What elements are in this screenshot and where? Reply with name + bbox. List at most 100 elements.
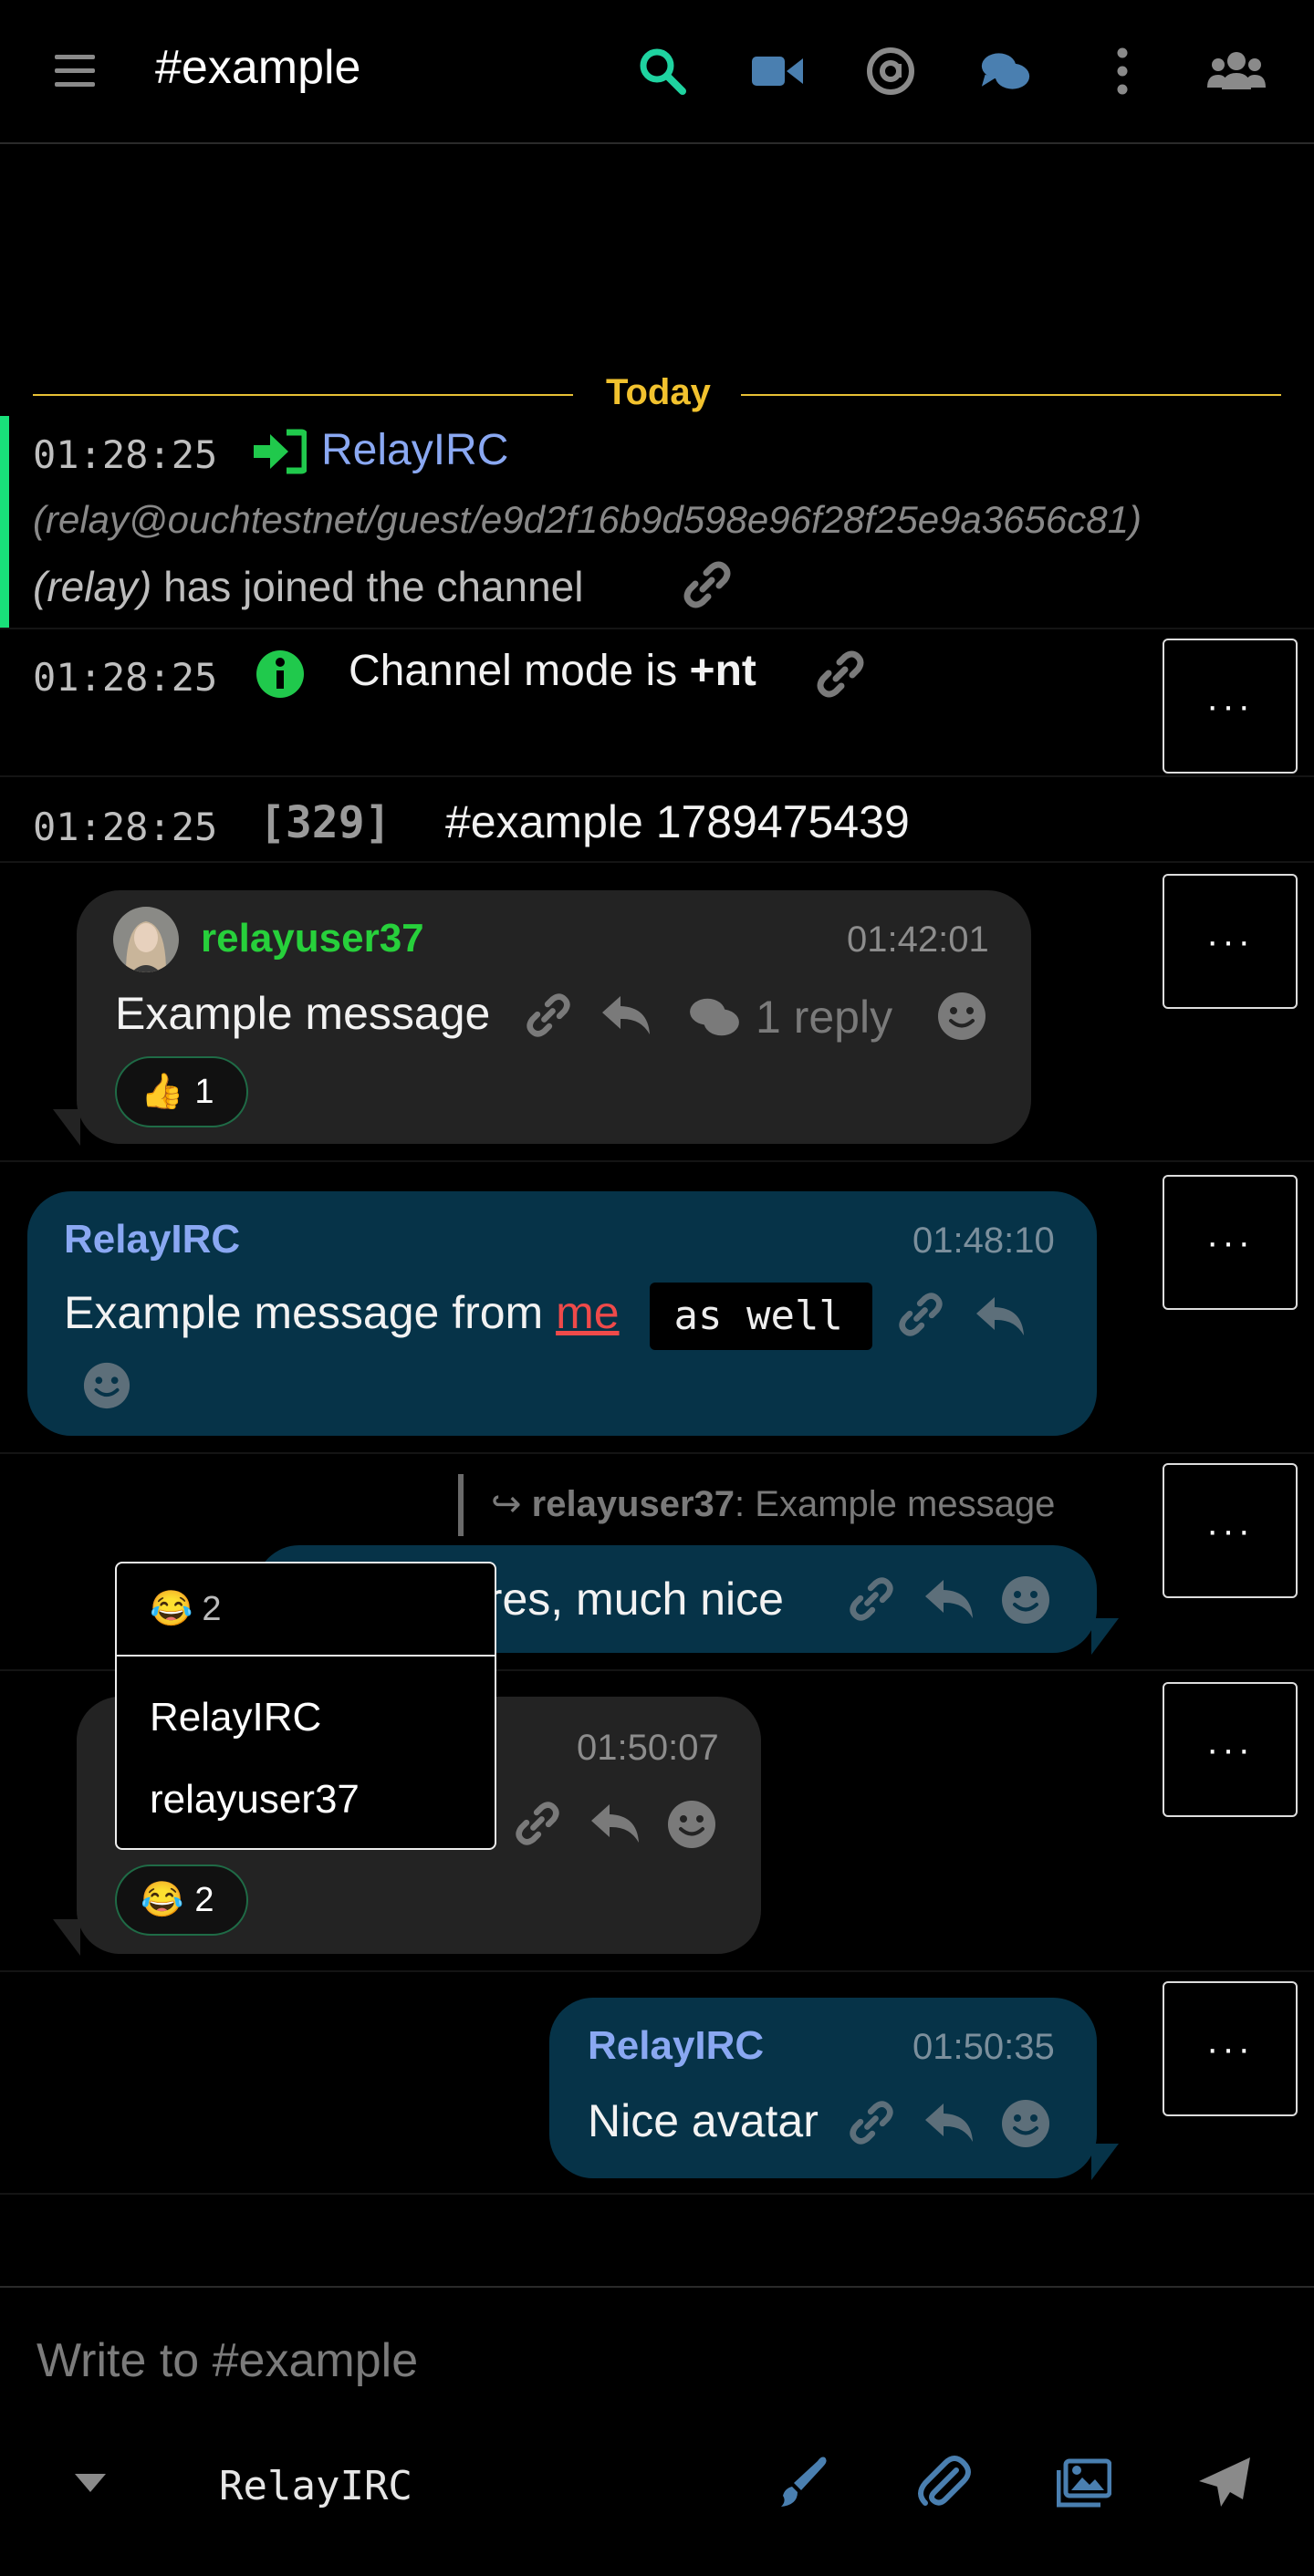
at-icon[interactable] <box>865 46 916 97</box>
quote-nick: relayuser37 <box>531 1484 735 1524</box>
hamburger-icon[interactable] <box>51 46 102 97</box>
thread-icon[interactable] <box>686 994 743 1040</box>
quote-bar <box>458 1474 464 1536</box>
top-bar: #example <box>0 0 1314 144</box>
link-icon[interactable] <box>683 560 732 609</box>
reply-icon[interactable] <box>923 1578 975 1620</box>
popup-user-list: RelayIRC relayuser37 <box>117 1657 495 1841</box>
info-icon <box>256 650 304 698</box>
popup-header: 😂 2 <box>117 1563 495 1657</box>
caret-down-icon[interactable] <box>75 2474 106 2492</box>
row-separator <box>0 775 1314 777</box>
reaction-count: 1 <box>194 1072 214 1111</box>
more-actions-button[interactable]: ··· <box>1163 874 1298 1009</box>
bubble-tail <box>53 1109 80 1146</box>
more-actions-button[interactable]: ··· <box>1163 1682 1298 1817</box>
brush-icon[interactable] <box>774 2456 829 2510</box>
reply-icon[interactable] <box>923 2102 975 2144</box>
bubble-tail <box>53 1919 80 1956</box>
link-icon[interactable] <box>849 1576 894 1622</box>
mode-value: +nt <box>689 647 756 695</box>
event-text: #example 1789475439 <box>445 796 910 847</box>
divider-line-right <box>741 394 1281 396</box>
message-time: 01:42:01 <box>847 919 989 960</box>
message-text-before: Example message from <box>64 1287 557 1338</box>
link-icon[interactable] <box>898 1292 944 1337</box>
popup-user[interactable]: RelayIRC <box>150 1677 495 1759</box>
event-time: 01:28:25 <box>33 432 218 477</box>
reaction-emoji: 😂 <box>141 1881 184 1919</box>
message-text: Example message <box>115 988 491 1039</box>
message-nick[interactable]: relayuser37 <box>201 916 424 961</box>
images-icon[interactable] <box>1057 2456 1111 2510</box>
composer-separator <box>0 2286 1314 2288</box>
search-icon[interactable] <box>637 46 688 97</box>
reply-icon[interactable] <box>975 1295 1026 1337</box>
reply-icon[interactable] <box>600 994 652 1036</box>
link-icon[interactable] <box>849 2100 894 2145</box>
row-separator <box>0 1970 1314 1972</box>
mode-text: Channel mode is +nt <box>349 646 756 696</box>
more-actions-button[interactable]: ··· <box>1163 1175 1298 1310</box>
send-icon[interactable] <box>1197 2456 1252 2510</box>
row-separator <box>0 1160 1314 1162</box>
row-separator <box>0 861 1314 863</box>
join-nick[interactable]: RelayIRC <box>321 425 508 475</box>
numeric-code: [329] <box>259 797 391 848</box>
message-time: 01:48:10 <box>912 1220 1055 1261</box>
link-icon[interactable] <box>816 649 865 699</box>
avatar[interactable] <box>113 907 179 972</box>
smiley-icon[interactable] <box>936 991 987 1042</box>
video-icon[interactable] <box>752 46 803 97</box>
popup-count: 2 <box>202 1589 222 1628</box>
event-time: 01:28:25 <box>33 805 218 849</box>
join-highlight-bar <box>0 416 9 628</box>
mode-prefix: Channel mode is <box>349 647 690 695</box>
link-icon[interactable] <box>515 1801 560 1846</box>
message-time: 01:50:07 <box>577 1728 719 1768</box>
join-host: (relay@ouchtestnet/guest/e9d2f16b9d598e9… <box>33 498 1142 541</box>
reply-count[interactable]: 1 reply <box>756 991 892 1044</box>
reply-icon[interactable] <box>589 1802 641 1844</box>
smiley-icon[interactable] <box>1000 1574 1051 1626</box>
more-actions-button[interactable]: ··· <box>1163 1981 1298 2116</box>
smiley-icon[interactable] <box>82 1361 131 1410</box>
message-input[interactable]: Write to #example <box>36 2333 418 2388</box>
date-divider: Today <box>606 372 711 412</box>
more-actions-button[interactable]: ··· <box>1163 1463 1298 1598</box>
attachment-icon[interactable] <box>916 2456 971 2510</box>
popup-user[interactable]: relayuser37 <box>150 1759 495 1841</box>
smiley-icon[interactable] <box>1000 2098 1051 2149</box>
join-icon <box>254 429 307 474</box>
message-nick[interactable]: RelayIRC <box>64 1217 240 1262</box>
join-ident: (relay) <box>33 563 152 610</box>
threads-icon[interactable] <box>980 46 1031 97</box>
more-actions-button[interactable]: ··· <box>1163 639 1298 774</box>
join-text: (relay) has joined the channel <box>33 562 583 611</box>
nick-selector[interactable]: RelayIRC <box>219 2463 412 2509</box>
message-nick[interactable]: RelayIRC <box>588 2023 764 2069</box>
row-separator <box>0 1452 1314 1454</box>
reaction-pill[interactable]: 👍 1 <box>115 1056 248 1127</box>
message-text: ures, much nice <box>462 1574 784 1625</box>
divider-line-left <box>33 394 573 396</box>
reaction-count: 2 <box>194 1880 214 1919</box>
bubble-tail <box>1091 2144 1119 2180</box>
users-icon[interactable] <box>1206 46 1267 97</box>
reaction-emoji: 👍 <box>141 1073 184 1111</box>
mention-highlight: me <box>556 1287 620 1338</box>
quote-message: : Example message <box>735 1484 1056 1524</box>
reaction-users-popup: 😂 2 RelayIRC relayuser37 <box>115 1562 496 1850</box>
inline-code: as well <box>650 1283 872 1350</box>
smiley-icon[interactable] <box>666 1799 717 1850</box>
bubble-tail <box>1091 1618 1119 1655</box>
message-time: 01:50:35 <box>912 2027 1055 2067</box>
join-message: has joined the channel <box>163 563 584 610</box>
reaction-pill[interactable]: 😂 2 <box>115 1864 248 1936</box>
link-icon[interactable] <box>526 992 571 1038</box>
quote-arrow-icon: ↪ <box>491 1484 532 1524</box>
row-separator <box>0 2193 1314 2195</box>
popup-emoji: 😂 <box>150 1590 193 1628</box>
more-vertical-icon[interactable] <box>1097 46 1148 97</box>
quote-text[interactable]: ↪ relayuser37: Example message <box>491 1483 1055 1525</box>
